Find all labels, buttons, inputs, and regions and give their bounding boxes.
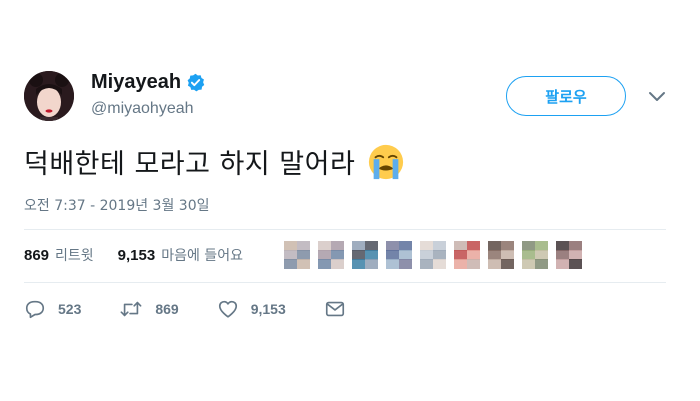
- liker-avatar[interactable]: [284, 241, 310, 269]
- liker-avatar[interactable]: [318, 241, 344, 269]
- reply-button[interactable]: 523: [24, 298, 81, 320]
- retweet-icon: [120, 301, 142, 317]
- tweet-stats: 869 리트윗 9,153 마음에 들어요: [24, 245, 243, 265]
- tweet-text-row: 덕배한테 모라고 하지 말어라: [24, 142, 405, 181]
- divider: [24, 282, 666, 283]
- verified-badge-icon: [186, 73, 205, 92]
- liker-avatar[interactable]: [454, 241, 480, 269]
- liker-avatar[interactable]: [488, 241, 514, 269]
- retweet-action-count: 869: [155, 301, 179, 317]
- tweet-text: 덕배한테 모라고 하지 말어라: [24, 149, 356, 180]
- liker-avatar[interactable]: [386, 241, 412, 269]
- envelope-icon: [325, 301, 344, 317]
- avatar-image: [24, 71, 74, 121]
- chevron-down-icon[interactable]: [648, 90, 666, 102]
- liker-avatars: [284, 241, 582, 269]
- tweet-actions: 523 869 9,153: [24, 298, 384, 320]
- display-name[interactable]: Miyayeah: [91, 71, 181, 94]
- like-button[interactable]: 9,153: [217, 298, 286, 320]
- heart-icon: [218, 300, 237, 318]
- liker-avatar[interactable]: [420, 241, 446, 269]
- follow-button[interactable]: 팔로우: [506, 76, 626, 116]
- like-count[interactable]: 9,153: [118, 247, 156, 264]
- profile-avatar[interactable]: [24, 71, 74, 121]
- like-label[interactable]: 마음에 들어요: [161, 245, 243, 265]
- loudly-crying-face-icon: [367, 143, 405, 181]
- retweet-label[interactable]: 리트윗: [55, 245, 94, 265]
- like-action-count: 9,153: [250, 301, 286, 317]
- reply-count: 523: [58, 301, 82, 317]
- tweet-timestamp[interactable]: 오전 7:37 - 2019년 3월 30일: [24, 195, 210, 215]
- liker-avatar[interactable]: [556, 241, 582, 269]
- user-name-row[interactable]: Miyayeah: [91, 71, 205, 94]
- liker-avatar[interactable]: [522, 241, 548, 269]
- divider: [24, 229, 666, 230]
- retweet-count[interactable]: 869: [24, 247, 49, 264]
- reply-icon: [25, 300, 45, 319]
- retweet-button[interactable]: 869: [119, 298, 179, 320]
- liker-avatar[interactable]: [352, 241, 378, 269]
- direct-message-button[interactable]: [324, 298, 346, 320]
- user-handle[interactable]: @miyaohyeah: [91, 100, 194, 118]
